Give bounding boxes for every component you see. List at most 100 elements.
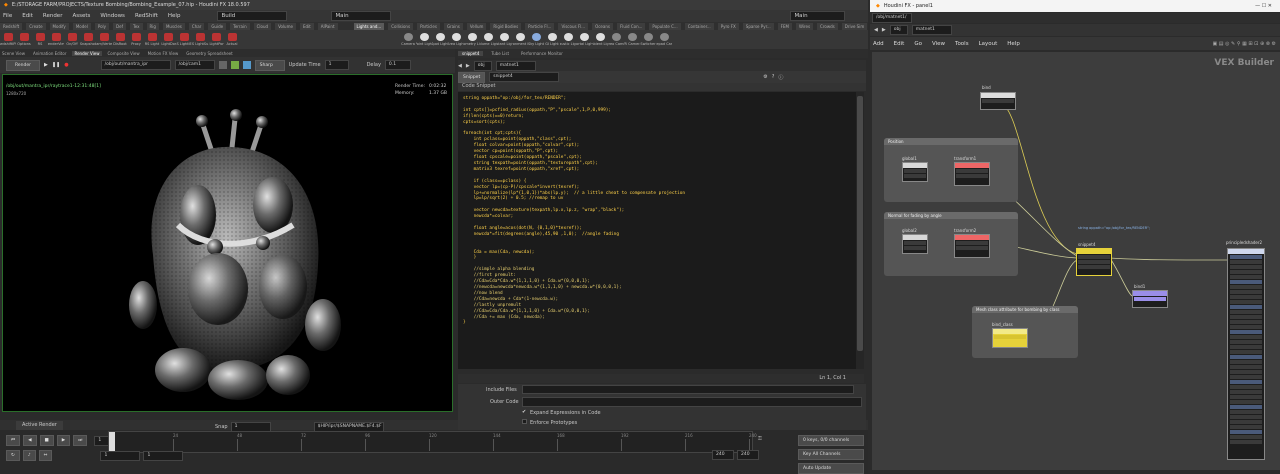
pane-tab[interactable]: Render View xyxy=(72,50,102,56)
auto-update-select[interactable]: Auto Update xyxy=(798,463,864,474)
shelf-tab[interactable]: Edit xyxy=(299,22,314,30)
gear-icon[interactable]: ⚙ xyxy=(763,74,767,80)
menu-redshift[interactable]: RedShift xyxy=(132,13,161,19)
back-icon[interactable]: ◀ xyxy=(870,27,878,33)
ne-menu-item[interactable]: View xyxy=(929,41,948,47)
stop-play-icon[interactable]: ■ xyxy=(39,435,54,446)
renderer-path-field[interactable]: /obj/out/mantra_ipr xyxy=(100,60,171,70)
shelf-tool[interactable]: Caustic Light xyxy=(560,33,576,46)
node-bind-class[interactable] xyxy=(992,328,1028,348)
shelf-tool[interactable]: Switcher xyxy=(640,33,656,46)
network-canvas[interactable]: VEX Builder bind Position global1 transf… xyxy=(872,52,1280,470)
shelf-tab[interactable]: Viscous Fl... xyxy=(558,22,589,30)
shelf-tab[interactable]: Collisions xyxy=(388,22,414,30)
shelf-tab[interactable]: Populate C... xyxy=(649,22,681,30)
menu-assets[interactable]: Assets xyxy=(69,13,93,19)
shelf-tab[interactable]: Rig xyxy=(146,22,159,30)
shelf-tool[interactable]: Actual xyxy=(224,33,240,46)
shelf-tool[interactable]: RS LightSun xyxy=(192,33,208,46)
shelf-tab[interactable]: Particles xyxy=(417,22,440,30)
ne-menu-item[interactable]: Layout xyxy=(976,41,1001,47)
desktop-select-build[interactable]: Build xyxy=(217,11,288,21)
forward-icon[interactable]: ▶ xyxy=(466,63,470,69)
shelf-tab[interactable]: Rigid Bodies xyxy=(490,22,522,30)
shelf-tool[interactable]: RS LightIES xyxy=(176,33,192,46)
update-time-field[interactable]: 1 xyxy=(324,60,349,70)
jump-start-icon[interactable]: ⏮ xyxy=(6,435,21,446)
end-frame-field[interactable]: 240 xyxy=(712,450,734,460)
shelf-tab[interactable]: Muscles xyxy=(162,22,185,30)
region-icon[interactable] xyxy=(230,61,239,69)
shelf-tab[interactable]: Particle Fl... xyxy=(525,22,555,30)
desktop-select-main-right[interactable]: Main xyxy=(790,11,846,21)
include-files-field[interactable] xyxy=(522,385,854,394)
node-editor-tab[interactable]: /obj/matnet1/ xyxy=(872,13,912,23)
ne-menu-item[interactable]: Tools xyxy=(952,41,972,47)
snapshot-icon[interactable] xyxy=(218,61,227,69)
shelf-tab[interactable]: Guide xyxy=(208,22,227,30)
playhead-marker[interactable] xyxy=(109,432,115,452)
shelf-tab[interactable]: Modify xyxy=(49,22,69,30)
end-frame-field-2[interactable]: 240 xyxy=(737,450,759,460)
shelf-tab[interactable]: Char xyxy=(188,22,205,30)
shelf-tab[interactable]: Create xyxy=(26,22,46,30)
forward-icon[interactable]: ▶ xyxy=(882,27,886,33)
realtime-icon[interactable]: ↻ xyxy=(6,450,20,461)
shelf-tool[interactable]: Cam/Vertex xyxy=(96,33,112,46)
shelf-tool[interactable]: On/Off xyxy=(64,33,80,46)
snap-field[interactable]: 1 xyxy=(230,422,271,432)
shelf-tool[interactable]: Point Light xyxy=(416,33,432,46)
camera-path-field[interactable]: /obj/cam1 xyxy=(174,60,215,70)
shelf-tool[interactable]: Geometry Light xyxy=(464,33,480,46)
shelf-tab[interactable]: Pyro FX xyxy=(717,22,739,30)
desktop-select-main[interactable]: Main xyxy=(331,11,392,21)
node-global2[interactable] xyxy=(902,234,928,254)
vex-code-editor[interactable]: string oppath="op:/obj/for_tex/RENDER"; … xyxy=(458,92,856,369)
node-transform1[interactable] xyxy=(954,162,990,186)
shelf-tab[interactable]: Tex xyxy=(129,22,143,30)
shelf-tab[interactable]: Sparse Pyr... xyxy=(742,22,774,30)
node-bind1[interactable] xyxy=(1132,290,1168,308)
pause-icon[interactable]: ❚❚ xyxy=(52,62,60,68)
shelf-tab[interactable]: Def xyxy=(113,22,126,30)
render-viewport[interactable]: /obj/out/mantra_ipr/raytrace1-12:31:48[1… xyxy=(2,74,453,412)
outer-code-field[interactable] xyxy=(522,397,862,407)
key-all-channels-button[interactable]: Key All Channels xyxy=(798,449,864,460)
shelf-tab[interactable]: Redshift xyxy=(0,22,23,30)
shelf-tab[interactable]: Wires xyxy=(795,22,814,30)
node-name-field[interactable]: snippet4 xyxy=(489,72,560,82)
pane-tab[interactable]: Motion FX View xyxy=(146,51,181,56)
expand-checkbox[interactable]: ✔ xyxy=(522,409,526,415)
stop-icon[interactable]: ● xyxy=(64,62,68,68)
window-controls-icon[interactable]: — ☐ ✕ xyxy=(1255,3,1280,9)
preview-icon[interactable] xyxy=(242,61,251,69)
shelf-tool[interactable]: Portal Light xyxy=(576,33,592,46)
play-forward-icon[interactable]: ▶ xyxy=(56,435,71,446)
help-icon[interactable]: ? xyxy=(772,74,775,80)
shelf-tab[interactable]: Fluid Con... xyxy=(616,22,646,30)
node-global1[interactable] xyxy=(902,162,928,182)
shelf-tool[interactable]: Snapshot xyxy=(80,33,96,46)
shelf-tab[interactable]: Container... xyxy=(684,22,714,30)
shelf-tool[interactable]: Stereo Camera xyxy=(608,33,624,46)
enforce-checkbox[interactable] xyxy=(522,419,527,424)
shelf-tool[interactable]: Camera xyxy=(400,33,416,46)
shelf-tool[interactable]: Gamepad Camera xyxy=(656,33,672,46)
audio-icon[interactable]: ♪ xyxy=(22,450,36,461)
range-icon[interactable]: ⇔ xyxy=(38,450,53,461)
info-icon[interactable]: ⓘ xyxy=(778,74,783,81)
shelf-tool[interactable]: Area Light xyxy=(448,33,464,46)
menu-edit[interactable]: Edit xyxy=(19,13,36,19)
shelf-tool[interactable]: RS LightDome xyxy=(160,33,176,46)
ne-path-obj[interactable]: obj xyxy=(889,25,908,35)
path-matnet[interactable]: matnet1 xyxy=(495,60,536,71)
shelf-tool[interactable]: Options xyxy=(16,33,32,46)
render-button[interactable]: Render xyxy=(6,59,40,71)
pane-tab[interactable]: Tube List xyxy=(487,51,513,56)
shelf-tool[interactable]: DisRoot xyxy=(112,33,128,46)
ne-menu-item[interactable]: Go xyxy=(911,41,925,47)
shelf-tool[interactable]: RenderView xyxy=(48,33,64,46)
shelf-tab[interactable]: Lights and... xyxy=(353,22,385,30)
node-snippet4[interactable] xyxy=(1076,248,1112,276)
code-scrollbar[interactable] xyxy=(856,92,864,369)
